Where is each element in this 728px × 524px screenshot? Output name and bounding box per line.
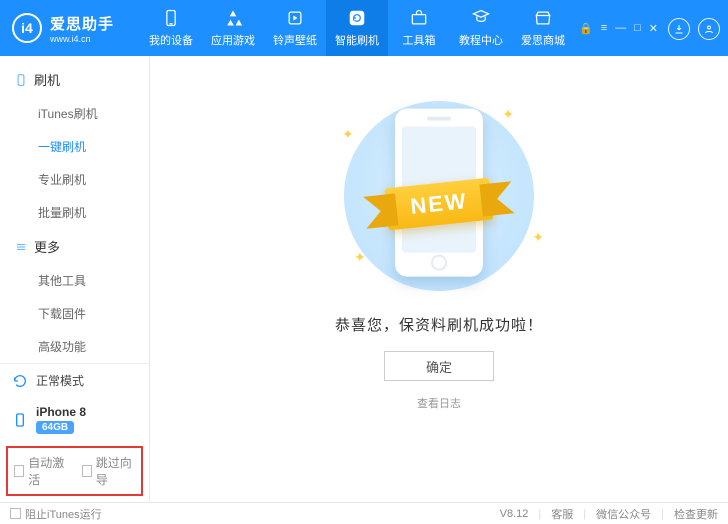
footer-link-service[interactable]: 客服 (551, 506, 573, 522)
device-mode-row[interactable]: 正常模式 (0, 364, 149, 397)
user-button[interactable] (698, 18, 720, 40)
view-log-link[interactable]: 查看日志 (417, 395, 461, 411)
checkbox-box-icon (14, 465, 24, 477)
app-header: i4 爱思助手 www.i4.cn 我的设备 应用游戏 铃声壁纸 智能刷机 工具… (0, 0, 728, 56)
sidebar-item-itunes-flash[interactable]: iTunes刷机 (0, 97, 149, 130)
sidebar-item-onekey-flash[interactable]: 一键刷机 (0, 130, 149, 163)
ringtone-icon (285, 8, 305, 28)
minimize-icon[interactable]: — (615, 22, 626, 35)
close-icon[interactable]: ✕ (649, 22, 658, 35)
device-storage-badge: 64GB (36, 421, 74, 434)
maximize-icon[interactable]: □ (634, 22, 641, 35)
topnav-label: 应用游戏 (211, 32, 255, 48)
sidebar-item-download-firmware[interactable]: 下载固件 (0, 297, 149, 330)
topnav-label: 我的设备 (149, 32, 193, 48)
checkbox-block-itunes[interactable]: 阻止iTunes运行 (10, 506, 102, 522)
sidebar-group-title: 更多 (34, 237, 60, 256)
device-icon (14, 73, 28, 87)
footer-link-wechat[interactable]: 微信公众号 (596, 506, 651, 522)
sidebar: 刷机 iTunes刷机 一键刷机 专业刷机 批量刷机 更多 其他工具 下载固件 … (0, 56, 150, 502)
brand-logo-icon: i4 (12, 13, 42, 43)
device-row[interactable]: iPhone 8 64GB (0, 397, 149, 442)
topnav-label: 工具箱 (403, 32, 436, 48)
header-right: 🔒 ≡ — □ ✕ (579, 0, 728, 56)
sidebar-item-other-tools[interactable]: 其他工具 (0, 264, 149, 297)
device-info: iPhone 8 64GB (36, 405, 86, 434)
topnav-flash[interactable]: 智能刷机 (326, 0, 388, 56)
topnav-tutorial[interactable]: 教程中心 (450, 0, 512, 56)
lock-icon[interactable]: 🔒 (579, 22, 593, 35)
spark-icon: ✦ (342, 126, 354, 143)
sidebar-scroll: 刷机 iTunes刷机 一键刷机 专业刷机 批量刷机 更多 其他工具 下载固件 … (0, 56, 149, 363)
status-bar: 阻止iTunes运行 V8.12 | 客服 | 微信公众号 | 检查更新 (0, 502, 728, 524)
sidebar-item-batch-flash[interactable]: 批量刷机 (0, 196, 149, 229)
window-controls: 🔒 ≡ — □ ✕ (579, 22, 658, 35)
topnav-apps[interactable]: 应用游戏 (202, 0, 264, 56)
checkbox-skip-guide[interactable]: 跳过向导 (82, 454, 136, 488)
sidebar-group-more[interactable]: 更多 (0, 229, 149, 264)
more-icon (14, 240, 28, 254)
tutorial-icon (471, 8, 491, 28)
main-pane: ✦ ✦ ✦ ✦ NEW 恭喜您，保资料刷机成功啦！ 确定 查看日志 (150, 56, 728, 502)
separator: | (583, 508, 586, 520)
topnav-ringtone[interactable]: 铃声壁纸 (264, 0, 326, 56)
topnav-label: 智能刷机 (335, 32, 379, 48)
footer-right: V8.12 | 客服 | 微信公众号 | 检查更新 (500, 506, 718, 522)
mode-refresh-icon (12, 373, 28, 389)
phone-icon (161, 8, 181, 28)
topnav-my-device[interactable]: 我的设备 (140, 0, 202, 56)
highlighted-options: 自动激活 跳过向导 (6, 446, 143, 496)
checkbox-label: 跳过向导 (96, 454, 135, 488)
separator: | (661, 508, 664, 520)
toolbox-icon (409, 8, 429, 28)
device-phone-icon (12, 412, 28, 428)
topnav-toolbox[interactable]: 工具箱 (388, 0, 450, 56)
sidebar-item-advanced[interactable]: 高级功能 (0, 330, 149, 363)
sidebar-group-flash[interactable]: 刷机 (0, 62, 149, 97)
checkbox-box-icon (82, 465, 92, 477)
success-illustration: ✦ ✦ ✦ ✦ NEW (324, 96, 554, 296)
device-mode-label: 正常模式 (36, 372, 84, 389)
topnav-label: 教程中心 (459, 32, 503, 48)
spark-icon: ✦ (502, 106, 514, 123)
sidebar-item-pro-flash[interactable]: 专业刷机 (0, 163, 149, 196)
download-button[interactable] (668, 18, 690, 40)
checkbox-box-icon (10, 508, 21, 519)
checkbox-label: 自动激活 (28, 454, 67, 488)
version-label: V8.12 (500, 508, 529, 520)
checkbox-label: 阻止iTunes运行 (25, 506, 102, 522)
brand-name-en: www.i4.cn (50, 34, 114, 44)
ok-button[interactable]: 确定 (384, 351, 494, 381)
device-name: iPhone 8 (36, 405, 86, 419)
brand-name-cn: 爱思助手 (50, 13, 114, 34)
app-body: 刷机 iTunes刷机 一键刷机 专业刷机 批量刷机 更多 其他工具 下载固件 … (0, 56, 728, 502)
footer-link-update[interactable]: 检查更新 (674, 506, 718, 522)
sidebar-bottom: 正常模式 iPhone 8 64GB 自动激活 跳过向导 (0, 363, 149, 502)
refresh-icon (347, 8, 367, 28)
apps-icon (223, 8, 243, 28)
spark-icon: ✦ (532, 229, 544, 246)
success-message: 恭喜您，保资料刷机成功啦！ (335, 314, 543, 335)
sidebar-group-title: 刷机 (34, 70, 60, 89)
top-nav: 我的设备 应用游戏 铃声壁纸 智能刷机 工具箱 教程中心 爱思商城 (140, 0, 574, 56)
spark-icon: ✦ (354, 249, 366, 266)
brand-text: 爱思助手 www.i4.cn (50, 13, 114, 44)
separator: | (538, 508, 541, 520)
topnav-store[interactable]: 爱思商城 (512, 0, 574, 56)
topnav-label: 爱思商城 (521, 32, 565, 48)
store-icon (533, 8, 553, 28)
topnav-label: 铃声壁纸 (273, 32, 317, 48)
checkbox-auto-activate[interactable]: 自动激活 (14, 454, 68, 488)
menu-icon[interactable]: ≡ (601, 22, 607, 35)
brand: i4 爱思助手 www.i4.cn (0, 0, 140, 56)
